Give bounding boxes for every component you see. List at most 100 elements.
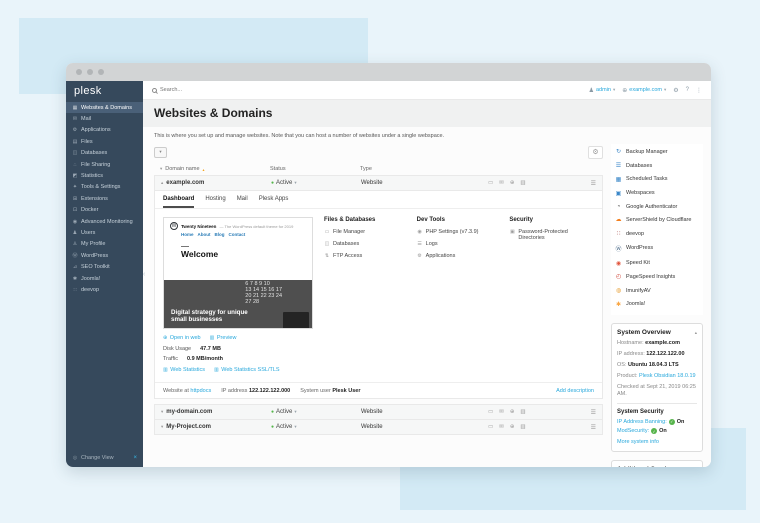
row-menu-icon[interactable]: ☰: [578, 180, 596, 187]
row-menu-icon[interactable]: ☰: [578, 409, 596, 416]
help-icon[interactable]: ?: [686, 87, 689, 93]
tool-imunifyav[interactable]: ◍ ImunifyAV: [611, 284, 703, 298]
search-box[interactable]: [152, 87, 589, 93]
tool-wordpress[interactable]: Ⓦ WordPress: [611, 240, 703, 256]
sidebar-collapse-handle[interactable]: ‹: [143, 271, 145, 278]
site-preview-thumbnail[interactable]: W Twenty Nineteen — The WordPress defaul…: [163, 217, 313, 329]
sidebar-item-applications[interactable]: ⚙ Applications: [66, 125, 143, 136]
tab-dashboard[interactable]: Dashboard: [163, 196, 194, 208]
open-in-web-link[interactable]: ⊕ Open in web: [163, 335, 201, 341]
tool-backup-manager[interactable]: ↻ Backup Manager: [611, 145, 703, 159]
preview-icon[interactable]: ⊕: [510, 424, 515, 430]
preview-link[interactable]: ▥ Preview: [210, 335, 237, 341]
sidebar-item-seo-toolkit[interactable]: ⊿ SEO Toolkit: [66, 261, 143, 272]
tool-deevop[interactable]: ∷ deevop: [611, 227, 703, 241]
more-system-info-link[interactable]: More system info: [617, 439, 659, 445]
tool-webspaces[interactable]: ▣ Webspaces: [611, 186, 703, 200]
domain-row-my-domain-com[interactable]: ▾ my-domain.com ● Active ▾ Website ▭: [154, 404, 603, 420]
collapse-row-icon[interactable]: ▴: [161, 180, 163, 186]
httpdocs-link[interactable]: httpdocs: [190, 388, 211, 394]
domain-name-link[interactable]: my-domain.com: [166, 409, 212, 415]
sidebar-item-deevop[interactable]: ∷ deevop: [66, 284, 143, 295]
link-applications[interactable]: ⚙ Applications: [417, 253, 502, 259]
sidebar-item-users[interactable]: ♟ Users: [66, 227, 143, 238]
web-statistics-link[interactable]: ▥ Web Statistics: [163, 367, 205, 373]
preview-icon[interactable]: ⊕: [510, 180, 515, 186]
header-domain-name[interactable]: Domain name: [165, 166, 199, 172]
tool-google-authenticator[interactable]: ◔ Google Authenticator: [611, 200, 703, 213]
tool-joomla[interactable]: ✱ Joomla!: [611, 298, 703, 312]
expand-row-icon[interactable]: ▾: [161, 409, 163, 415]
web-statistics-ssl-link[interactable]: ▥ Web Statistics SSL/TLS: [214, 367, 280, 373]
sidebar-item-advanced-monitoring[interactable]: ◉ Advanced Monitoring: [66, 216, 143, 227]
search-input[interactable]: [160, 87, 280, 93]
hostname-line: Hostname: example.com: [617, 340, 697, 347]
tool-icon: ◔: [615, 204, 622, 210]
sidebar-item-file-sharing[interactable]: ∴ File Sharing: [66, 159, 143, 170]
sidebar-item-mail[interactable]: ✉ Mail: [66, 113, 143, 124]
folder-icon[interactable]: ▭: [488, 180, 493, 186]
tab-hosting[interactable]: Hosting: [205, 196, 225, 208]
mail-icon[interactable]: ✉: [499, 409, 504, 415]
chevron-down-icon[interactable]: ▾: [160, 166, 162, 172]
status-dropdown[interactable]: ● Active ▾: [271, 409, 361, 415]
tab-mail[interactable]: Mail: [237, 196, 248, 208]
domain-name-link[interactable]: My-Project.com: [166, 424, 211, 430]
link-logs[interactable]: ☰ Logs: [417, 241, 502, 247]
ip-address-banning-link[interactable]: IP Address Banning:: [617, 419, 667, 425]
stats-icon[interactable]: ▥: [520, 424, 525, 430]
preview-calendar-numbers: 6 7 8 9 10 13 14 15 16 17 20 21 22 23 24…: [245, 281, 282, 305]
row-menu-icon[interactable]: ☰: [578, 424, 596, 431]
domain-row-my-project-com[interactable]: ▾ My-Project.com ● Active ▾ Website ▭: [154, 420, 603, 435]
settings-gear-icon[interactable]: ⚙: [673, 87, 678, 94]
link-password-protected-directories[interactable]: ▣ Password-Protected Directories: [509, 229, 594, 241]
sidebar-close-icon[interactable]: ×: [133, 455, 137, 461]
account-menu[interactable]: ⊕ example.com ▾: [622, 87, 666, 94]
plesk-logo[interactable]: plesk: [66, 81, 143, 102]
mail-icon[interactable]: ✉: [499, 424, 504, 430]
sort-ascending-icon[interactable]: ▴: [203, 167, 205, 172]
status-dropdown[interactable]: ● Active ▾: [271, 424, 361, 430]
tool-pagespeed-insights[interactable]: ◴ PageSpeed Insights: [611, 270, 703, 284]
domain-name-link[interactable]: example.com: [166, 180, 204, 186]
folder-icon[interactable]: ▭: [488, 424, 493, 430]
modsecurity-link[interactable]: ModSecurity:: [617, 428, 649, 434]
domain-row-example-com[interactable]: ▴ example.com ● Active ▾ Website ▭: [154, 175, 603, 191]
sidebar-item-tools-settings[interactable]: ✦ Tools & Settings: [66, 182, 143, 193]
bulk-select-dropdown-button[interactable]: ▾: [154, 147, 167, 158]
sidebar-item-extensions[interactable]: ⊞ Extensions: [66, 193, 143, 204]
tool-scheduled-tasks[interactable]: ▦ Scheduled Tasks: [611, 173, 703, 187]
change-view-button[interactable]: ◎ Change View ×: [66, 450, 143, 467]
sidebar-item-statistics[interactable]: ◩ Statistics: [66, 170, 143, 181]
link-databases[interactable]: ◫ Databases: [324, 241, 409, 247]
sidebar-item-joomla[interactable]: ✱ Joomla!: [66, 273, 143, 284]
link-file-manager[interactable]: ▭ File Manager: [324, 229, 409, 235]
status-dropdown[interactable]: ● Active ▾: [271, 180, 361, 186]
link-php-settings[interactable]: ◉ PHP Settings (v7.3.9): [417, 229, 502, 235]
sidebar-item-wordpress[interactable]: Ⓦ WordPress: [66, 250, 143, 261]
preview-icon[interactable]: ⊕: [510, 409, 515, 415]
list-settings-gear-button[interactable]: ⚙: [588, 146, 603, 159]
sidebar-item-docker[interactable]: ⊡ Docker: [66, 205, 143, 216]
ip-address-label: IP address: [221, 388, 247, 394]
sidebar-item-websites-domains[interactable]: ▦ Websites & Domains: [66, 102, 143, 113]
product-version-link[interactable]: Plesk Obsidian 18.0.19: [639, 373, 696, 379]
sidebar-item-databases[interactable]: ◫ Databases: [66, 148, 143, 159]
sidebar-item-my-profile[interactable]: ♙ My Profile: [66, 239, 143, 250]
tool-databases[interactable]: ☰ Databases: [611, 159, 703, 173]
link-ftp-access[interactable]: ⇅ FTP Access: [324, 253, 409, 259]
expand-row-icon[interactable]: ▾: [161, 424, 163, 430]
tool-servershield-by-cloudflare[interactable]: ☁ ServerShield by Cloudflare: [611, 213, 703, 227]
stats-icon[interactable]: ▥: [520, 180, 525, 186]
add-description-link[interactable]: Add description: [556, 388, 594, 394]
tab-plesk-apps[interactable]: Plesk Apps: [259, 196, 289, 208]
checked-at-line: Checked at Sept 21, 2019 06:25 AM.: [617, 384, 697, 399]
folder-icon[interactable]: ▭: [488, 409, 493, 415]
tool-speed-kit[interactable]: ◉ Speed Kit: [611, 256, 703, 270]
collapse-panel-icon[interactable]: ▴: [695, 330, 697, 336]
mail-icon[interactable]: ✉: [499, 180, 504, 186]
sidebar-item-files[interactable]: ▤ Files: [66, 136, 143, 147]
stats-icon[interactable]: ▥: [520, 409, 525, 415]
user-menu[interactable]: ♟ admin ▾: [589, 87, 616, 94]
overflow-menu-icon[interactable]: ⋮: [696, 87, 702, 94]
